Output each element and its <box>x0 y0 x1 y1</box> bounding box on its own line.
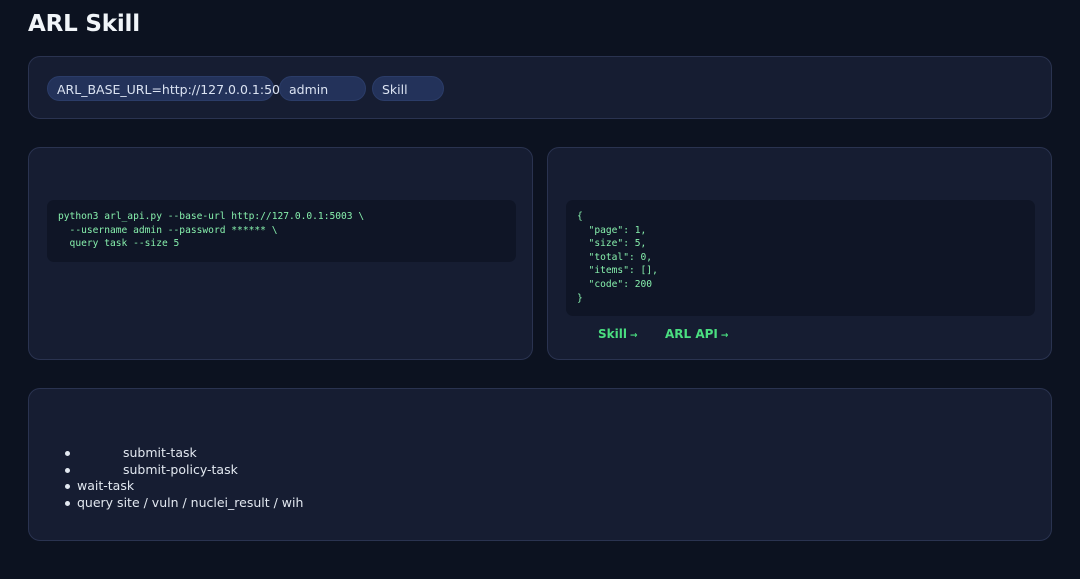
command-code-block: python3 arl_api.py --base-url http://127… <box>47 200 516 262</box>
response-card: { "page": 1, "size": 5, "total": 0, "ite… <box>547 147 1052 360</box>
list-item-label: submit-policy-task <box>123 461 238 477</box>
bullet-icon <box>65 467 70 473</box>
tasks-card: submit-task submit-policy-task wait-task… <box>28 388 1052 541</box>
bullet-icon <box>65 500 70 506</box>
arrow-right-icon: → <box>629 331 638 341</box>
config-card: ARL_BASE_URL=http://127.0.0.1:5003 admin… <box>28 56 1052 119</box>
list-item: submit-task <box>65 445 303 462</box>
list-item-label: submit-task <box>123 445 197 460</box>
username-pill[interactable]: admin <box>279 76 366 101</box>
bullet-icon <box>65 484 70 489</box>
response-code-block: { "page": 1, "size": 5, "total": 0, "ite… <box>566 200 1035 316</box>
base-url-pill[interactable]: ARL_BASE_URL=http://127.0.0.1:5003 <box>47 76 296 101</box>
list-item-label: query site / vuln / nuclei_result / wih <box>77 494 304 510</box>
bullet-icon <box>65 451 70 456</box>
arl-api-link[interactable]: ARL API → <box>665 327 728 341</box>
page-title: ARL Skill <box>28 11 140 37</box>
list-item: query site / vuln / nuclei_result / wih <box>65 494 304 512</box>
list-item-label: wait-task <box>77 478 135 493</box>
skill-link-label: Skill <box>598 327 627 341</box>
command-card: python3 arl_api.py --base-url http://127… <box>28 147 533 360</box>
arl-api-link-label: ARL API <box>665 327 718 341</box>
list-item: wait-task <box>65 478 303 495</box>
skill-link[interactable]: Skill → <box>598 327 638 341</box>
task-list: submit-task submit-policy-task wait-task… <box>65 445 304 512</box>
list-item: submit-policy-task <box>65 461 303 479</box>
arrow-right-icon: → <box>720 331 729 341</box>
skill-pill[interactable]: Skill <box>372 76 444 101</box>
page: ARL Skill ARL_BASE_URL=http://127.0.0.1:… <box>0 0 1080 579</box>
